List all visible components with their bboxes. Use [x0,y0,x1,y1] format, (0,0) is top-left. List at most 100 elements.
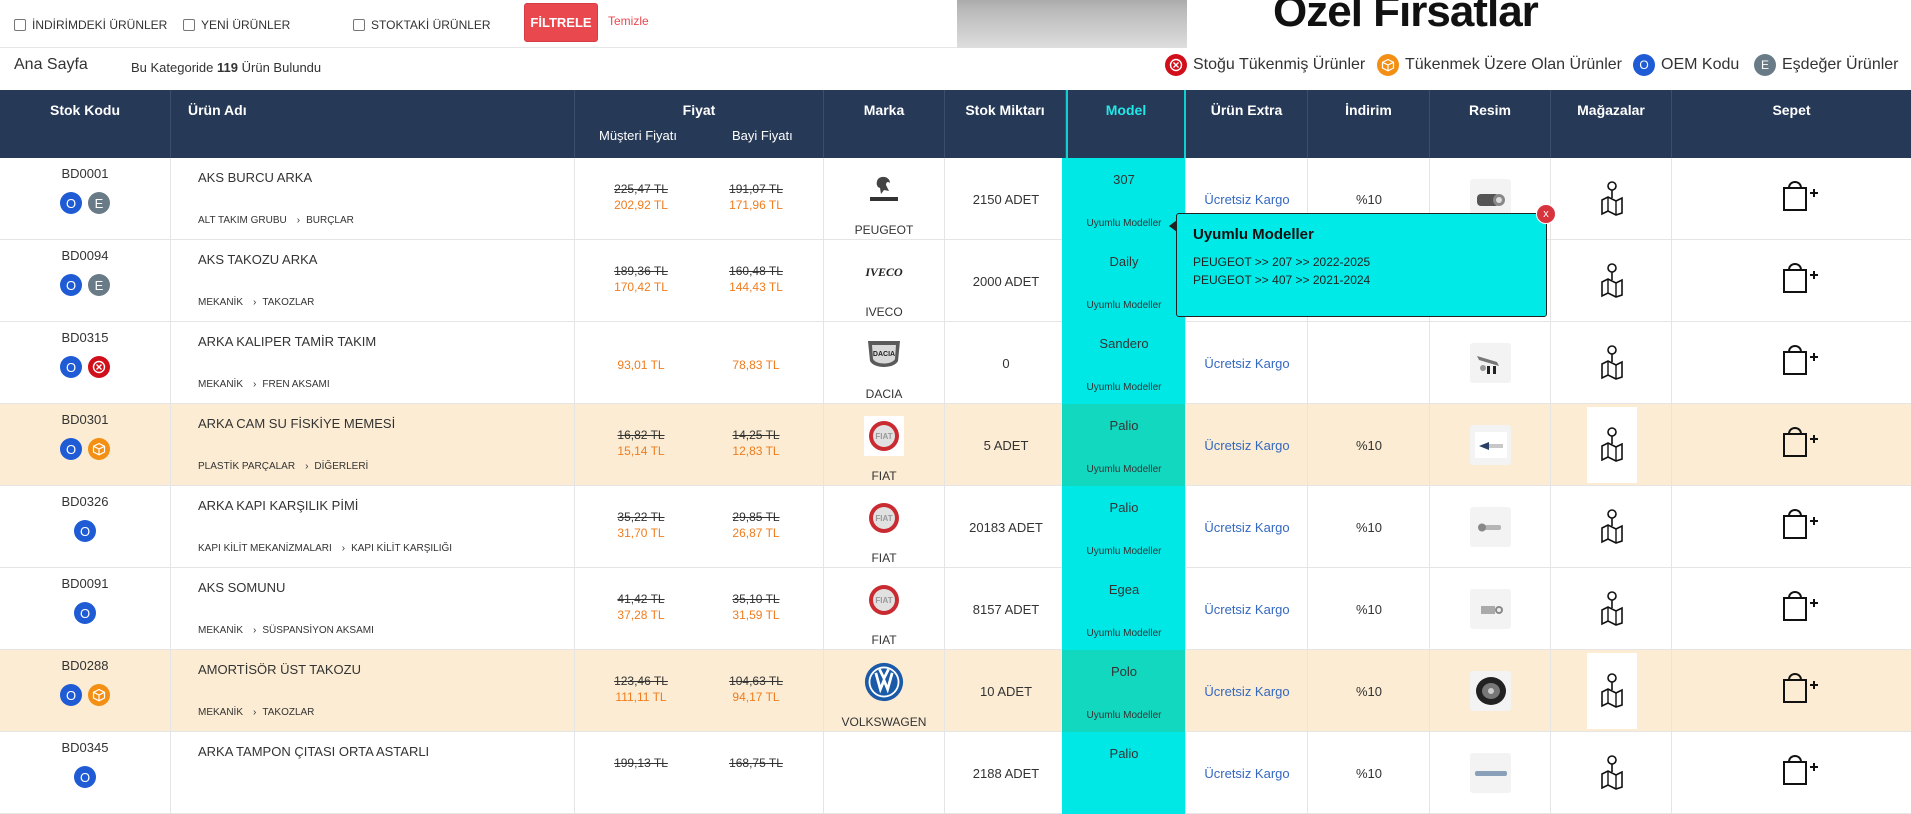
home-link[interactable]: Ana Sayfa [14,56,88,74]
subcategory-link[interactable]: FREN AKSAMI [262,379,329,390]
table-row[interactable]: BD0288 O AMORTİSÖR ÜST TAKOZU MEKANİK › TAKOZ… [0,650,1911,732]
promo-banner[interactable]: Özel Fırsatlar [957,0,1911,48]
col-discount[interactable]: İndirim [1308,90,1430,158]
subcategory-link[interactable]: BURÇLAR [306,215,354,226]
dealer-price: 160,48 TL 144,43 TL [696,264,816,294]
category-link[interactable]: MEKANİK [198,707,243,718]
brand-logo: FIAT [864,580,904,620]
tooltip-close-button[interactable]: x [1536,204,1556,224]
add-to-cart-icon[interactable] [1780,178,1820,217]
customer-price: 16,82 TL 15,14 TL [581,428,701,458]
subcategory-link[interactable]: KAPI KİLİT KARŞILIĞI [351,543,452,554]
stores-cell [1551,486,1672,568]
store-map-icon[interactable] [1599,262,1625,303]
in-stock-checkbox[interactable] [353,19,365,31]
store-map-icon[interactable] [1599,672,1625,713]
table-row[interactable]: BD0001 O E AKS BURCU ARKA ALT TAKIM GRUBU › BU… [0,158,1911,240]
table-row[interactable]: BD0091 O AKS SOMUNU MEKANİK › SÜSPANSİYON AKS… [0,568,1911,650]
store-map-icon[interactable] [1599,426,1625,467]
equivalent-icon[interactable]: E [88,192,110,214]
category-link[interactable]: PLASTİK PARÇALAR [198,461,295,472]
add-to-cart-icon[interactable] [1780,588,1820,627]
oem-icon[interactable]: O [60,684,82,706]
col-model[interactable]: Model [1066,90,1186,158]
add-to-cart-icon[interactable] [1780,670,1820,709]
compatible-models-link[interactable]: Uyumlu Modeller [1062,382,1186,393]
product-name[interactable]: ARKA KALIPER TAMİR TAKIM [198,334,376,349]
col-product-name[interactable]: Ürün Adı [171,90,575,158]
category-link[interactable]: MEKANİK [198,297,243,308]
new-filter[interactable]: YENİ ÜRÜNLER [183,18,290,32]
clear-filters-link[interactable]: Temizle [608,14,649,28]
col-stock-qty[interactable]: Stok Miktarı [945,90,1066,158]
product-name[interactable]: AMORTİSÖR ÜST TAKOZU [198,662,361,677]
add-to-cart-icon[interactable] [1780,342,1820,381]
oem-icon[interactable]: O [60,356,82,378]
oem-icon[interactable]: O [74,602,96,624]
store-map-icon[interactable] [1599,180,1625,221]
category-link[interactable]: MEKANİK [198,379,243,390]
subcategory-link[interactable]: DİĞERLERİ [314,461,368,472]
in-stock-filter[interactable]: STOKTAKİ ÜRÜNLER [353,18,491,32]
product-name[interactable]: ARKA KAPI KARŞILIK PİMİ [198,498,358,513]
oem-icon[interactable]: O [60,274,82,296]
product-thumbnail[interactable] [1470,507,1511,547]
oem-icon[interactable]: O [74,520,96,542]
category-link[interactable]: KAPI KİLİT MEKANİZMALARI [198,543,332,554]
table-row[interactable]: BD0326 O ARKA KAPI KARŞILIK PİMİ KAPI KİLİT… [0,486,1911,568]
add-to-cart-icon[interactable] [1780,506,1820,545]
filter-button[interactable]: FİLTRELE [524,3,598,42]
product-thumbnail[interactable] [1470,753,1511,793]
equivalent-icon[interactable]: E [88,274,110,296]
subcategory-link[interactable]: SÜSPANSİYON AKSAMI [262,625,374,636]
compatible-models-link[interactable]: Uyumlu Modeller [1062,218,1186,229]
store-map-icon[interactable] [1599,590,1625,631]
subcategory-link[interactable]: TAKOZLAR [262,297,314,308]
store-map-icon[interactable] [1599,344,1625,385]
compatible-models-link[interactable]: Uyumlu Modeller [1062,546,1186,557]
product-name[interactable]: AKS TAKOZU ARKA [198,252,317,267]
add-to-cart-icon[interactable] [1780,752,1820,791]
table-row[interactable]: BD0301 O ARKA CAM SU FİSKİYE MEMESİ PLASTİK… [0,404,1911,486]
compatible-models-link[interactable]: Uyumlu Modeller [1062,300,1186,311]
col-dealer-price[interactable]: Bayi Fiyatı [732,128,793,143]
discount-cell: %10 [1308,486,1430,568]
oem-icon[interactable]: O [74,766,96,788]
table-row[interactable]: BD0345 O ARKA TAMPON ÇITASI ORTA ASTARLI 19… [0,732,1911,814]
compatible-models-link[interactable]: Uyumlu Modeller [1062,628,1186,639]
product-thumbnail[interactable] [1470,589,1511,629]
col-extra[interactable]: Ürün Extra [1186,90,1308,158]
store-map-icon[interactable] [1599,754,1625,795]
stock-code-cell: BD0345 O [0,732,171,814]
product-thumbnail[interactable] [1470,425,1511,465]
compatible-models-link[interactable]: Uyumlu Modeller [1062,710,1186,721]
store-map-icon[interactable] [1599,508,1625,549]
product-name[interactable]: AKS BURCU ARKA [198,170,312,185]
col-brand[interactable]: Marka [824,90,945,158]
table-row[interactable]: BD0094 O E AKS TAKOZU ARKA MEKANİK › TAKOZLAR 1… [0,240,1911,322]
table-row[interactable]: BD0315 O ARKA KALIPER TAMİR TAKIM MEKANİK › F… [0,322,1911,404]
product-thumbnail[interactable] [1470,343,1511,383]
oem-icon[interactable]: O [60,192,82,214]
oem-label: OEM Kodu [1661,56,1740,73]
product-thumbnail[interactable] [1470,671,1511,711]
col-customer-price[interactable]: Müşteri Fiyatı [599,128,677,143]
product-name[interactable]: ARKA TAMPON ÇITASI ORTA ASTARLI [198,744,429,759]
subcategory-link[interactable]: TAKOZLAR [262,707,314,718]
category-link[interactable]: ALT TAKIM GRUBU [198,215,287,226]
svg-text:FIAT: FIAT [875,596,892,605]
category-link[interactable]: MEKANİK [198,625,243,636]
stock-quantity: 2150 ADET [972,192,1040,207]
product-name[interactable]: ARKA CAM SU FİSKİYE MEMESİ [198,416,395,431]
compatible-models-link[interactable]: Uyumlu Modeller [1062,464,1186,475]
product-name[interactable]: AKS SOMUNU [198,580,285,595]
add-to-cart-icon[interactable] [1780,260,1820,299]
discounted-filter[interactable]: İNDİRİMDEKİ ÜRÜNLER [14,18,167,32]
discounted-checkbox[interactable] [14,19,26,31]
extra-cell: Ücretsiz Kargo [1186,568,1308,650]
new-checkbox[interactable] [183,19,195,31]
col-stock-code[interactable]: Stok Kodu [0,90,171,158]
oem-icon[interactable]: O [60,438,82,460]
extra-cell: Ücretsiz Kargo [1186,486,1308,568]
add-to-cart-icon[interactable] [1780,424,1820,463]
